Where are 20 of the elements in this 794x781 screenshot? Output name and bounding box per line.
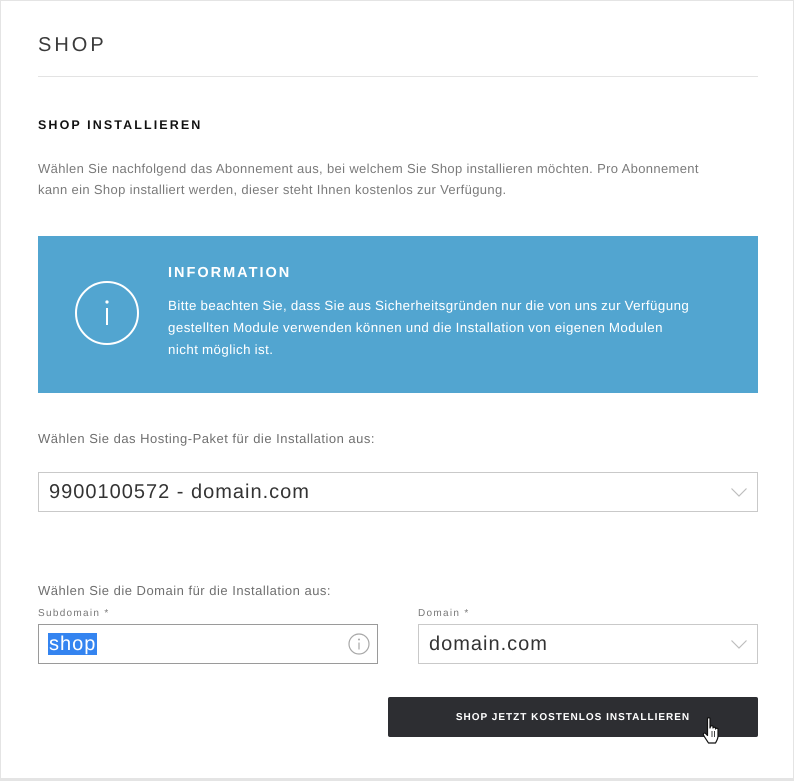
subdomain-input[interactable]: shop (38, 624, 378, 664)
page-title: SHOP (38, 33, 107, 57)
info-icon (75, 280, 139, 344)
selected-text: shop (48, 633, 98, 655)
intro-paragraph: Wählen Sie nachfolgend das Abonnement aus, bei welchem Sie Shop installieren möchten. Pro Abonnement kann ein Shop installiert werden, dieser steht Ihnen kostenlos zur Verfügung. (38, 160, 700, 199)
domain-field-label: Domain * (418, 608, 470, 620)
select-value: 9900100572 - domain.com (48, 481, 311, 503)
section-heading: SHOP INSTALLIEREN (38, 117, 202, 133)
hosting-package-label: Wählen Sie das Hosting-Paket für die Installation aus: (38, 431, 376, 447)
chevron-down-icon (731, 640, 747, 648)
info-text: Bitte beachten Sie, dass Sie aus Sicherheitsgründen nur die von uns zur Verfügung gestellten Module verwenden können und die Installation von eigenen Modulen nicht möglich ist. (168, 297, 690, 359)
subdomain-label: Subdomain * (38, 608, 110, 620)
domain-select[interactable]: domain.com (418, 624, 758, 664)
select-value: domain.com (428, 633, 549, 655)
info-title: INFORMATION (168, 264, 292, 282)
hosting-package-select[interactable]: 9900100572 - domain.com (38, 472, 758, 512)
domain-label: Wählen Sie die Domain für die Installation aus: (38, 583, 332, 599)
chevron-down-icon (731, 488, 747, 496)
install-button[interactable]: SHOP JETZT KOSTENLOS INSTALLIEREN (388, 697, 758, 737)
info-icon[interactable] (348, 633, 370, 655)
